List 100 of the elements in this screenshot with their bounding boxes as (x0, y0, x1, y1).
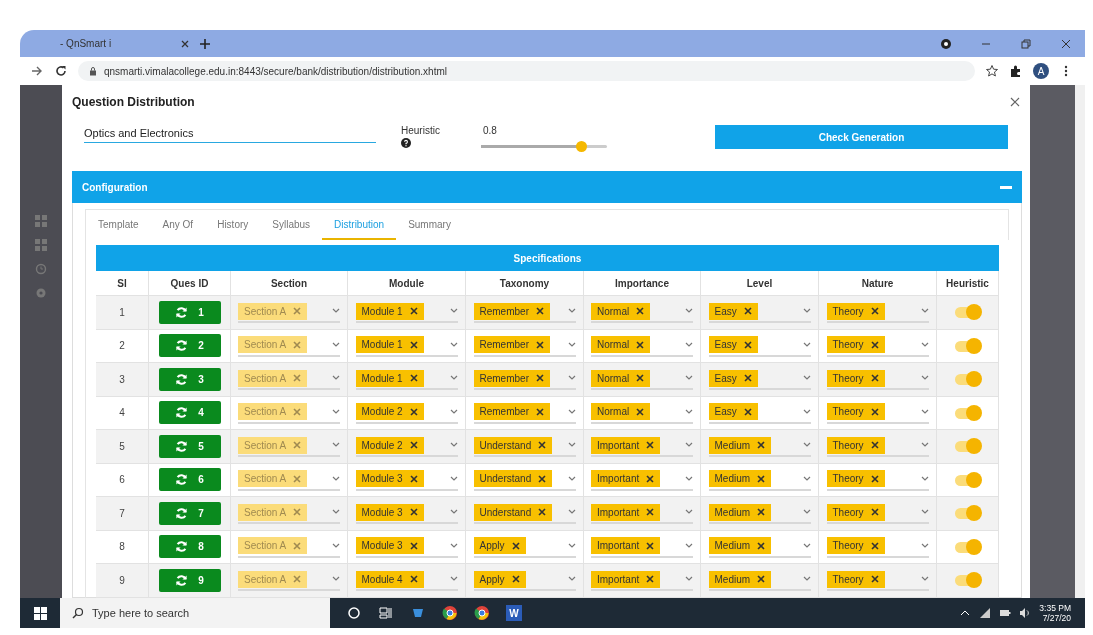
caret-icon[interactable] (567, 475, 576, 482)
collapse-icon[interactable] (1000, 185, 1012, 189)
remove-icon[interactable] (408, 306, 419, 317)
select-field[interactable]: Apply (473, 535, 576, 558)
caret-icon[interactable] (802, 509, 811, 516)
caret-icon[interactable] (449, 375, 458, 382)
select-field[interactable]: Remember (473, 334, 576, 357)
puzzle-icon[interactable] (1009, 64, 1023, 78)
chip[interactable]: Theory (826, 436, 885, 454)
select-field[interactable]: Theory (826, 334, 929, 357)
caret-icon[interactable] (802, 442, 811, 449)
caret-icon[interactable] (449, 542, 458, 549)
caret-icon[interactable] (567, 408, 576, 415)
chip[interactable]: Remember (473, 336, 550, 354)
question-id-button[interactable]: 8 (158, 535, 221, 559)
remove-icon[interactable] (408, 373, 419, 384)
chip[interactable]: Module 2 (355, 403, 424, 421)
caret-icon[interactable] (449, 509, 458, 516)
chip[interactable]: Module 1 (355, 369, 424, 387)
chip[interactable]: Theory (826, 336, 885, 354)
caret-icon[interactable] (685, 475, 693, 482)
remove-icon[interactable] (534, 373, 545, 384)
remove-icon[interactable] (869, 373, 880, 384)
caret-icon[interactable] (920, 576, 929, 583)
chip[interactable]: Theory (826, 403, 885, 421)
caret-icon[interactable] (567, 542, 576, 549)
chip[interactable]: Theory (826, 570, 885, 588)
remove-icon[interactable] (869, 306, 880, 317)
chip[interactable]: Easy (708, 302, 758, 320)
remove-icon[interactable] (869, 574, 880, 585)
windows-logo-icon[interactable] (33, 606, 47, 620)
caret-icon[interactable] (567, 308, 576, 315)
caret-icon[interactable] (802, 576, 811, 583)
caret-icon[interactable] (802, 475, 811, 482)
heuristic-toggle[interactable] (954, 404, 981, 421)
select-field[interactable]: Remember (473, 401, 576, 424)
caret-icon[interactable] (449, 341, 458, 348)
remove-icon[interactable] (534, 406, 545, 417)
heuristic-toggle[interactable] (954, 337, 981, 354)
remove-icon[interactable] (408, 574, 419, 585)
select-field[interactable]: Theory (826, 468, 929, 491)
caret-icon[interactable] (685, 341, 693, 348)
chip[interactable]: Understand (473, 470, 553, 488)
caret-icon[interactable] (567, 341, 576, 348)
remove-icon[interactable] (645, 440, 656, 451)
remove-icon[interactable] (408, 440, 419, 451)
remove-icon[interactable] (756, 507, 767, 518)
chip[interactable]: Module 3 (355, 503, 424, 521)
remove-icon[interactable] (742, 306, 753, 317)
remove-icon[interactable] (537, 440, 548, 451)
chip[interactable]: Easy (708, 369, 758, 387)
browser-icon[interactable] (442, 605, 458, 621)
question-id-button[interactable]: 5 (158, 434, 221, 458)
remove-icon[interactable] (537, 507, 548, 518)
remove-icon[interactable] (645, 574, 656, 585)
caret-icon[interactable] (332, 542, 340, 549)
caret-icon[interactable] (920, 509, 929, 516)
caret-icon[interactable] (449, 475, 458, 482)
caret-icon[interactable] (332, 475, 340, 482)
select-field[interactable]: Important (591, 468, 693, 491)
heuristic-toggle[interactable] (954, 438, 981, 455)
question-id-button[interactable]: 4 (158, 401, 221, 425)
chip[interactable]: Normal (591, 369, 651, 387)
select-field[interactable]: Theory (826, 535, 929, 558)
select-field[interactable]: Medium (708, 468, 811, 491)
chip[interactable]: Normal (591, 302, 651, 320)
caret-icon[interactable] (567, 576, 576, 583)
caret-icon[interactable] (802, 308, 811, 315)
caret-icon[interactable] (332, 509, 340, 516)
remove-icon[interactable] (635, 373, 646, 384)
taskbar-search-field[interactable]: Type here to search (60, 598, 330, 628)
chip[interactable]: Important (591, 436, 661, 454)
question-id-button[interactable]: 7 (158, 501, 221, 525)
chip[interactable]: Important (591, 470, 661, 488)
heuristic-toggle[interactable] (954, 572, 981, 589)
chip[interactable]: Module 1 (355, 336, 424, 354)
remove-icon[interactable] (869, 473, 880, 484)
remove-icon[interactable] (534, 306, 545, 317)
caret-icon[interactable] (449, 408, 458, 415)
remove-icon[interactable] (756, 440, 767, 451)
select-field[interactable]: Module 2 (355, 401, 458, 424)
word-app-icon[interactable]: W (506, 605, 522, 621)
reload-icon[interactable] (54, 64, 68, 78)
chip[interactable]: Module 4 (355, 570, 424, 588)
chip[interactable]: Remember (473, 403, 550, 421)
chip[interactable]: Remember (473, 302, 550, 320)
caret-icon[interactable] (920, 408, 929, 415)
caret-icon[interactable] (332, 576, 340, 583)
question-id-button[interactable]: 3 (158, 367, 221, 391)
select-field[interactable]: Normal (591, 334, 693, 357)
tab[interactable]: History (205, 210, 261, 240)
select-field[interactable]: Theory (826, 401, 929, 424)
chip[interactable]: Understand (473, 503, 553, 521)
caret-icon[interactable] (920, 542, 929, 549)
remove-icon[interactable] (756, 473, 767, 484)
chip[interactable]: Important (591, 570, 661, 588)
chip[interactable]: Remember (473, 369, 550, 387)
caret-icon[interactable] (920, 442, 929, 449)
heuristic-toggle[interactable] (954, 371, 981, 388)
remove-icon[interactable] (510, 540, 521, 551)
